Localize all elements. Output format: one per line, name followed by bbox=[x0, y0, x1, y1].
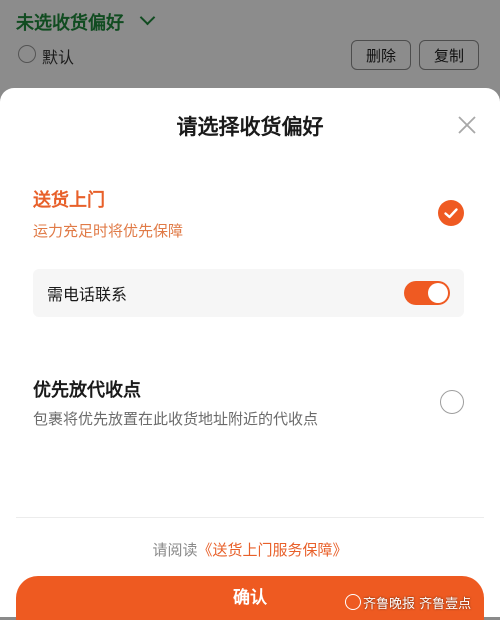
phone-contact-label: 需电话联系 bbox=[47, 285, 128, 304]
option-pickup-subtitle: 包裹将优先放置在此收货地址附近的代收点 bbox=[33, 410, 319, 428]
divider bbox=[16, 517, 484, 518]
sheet-title: 请选择收货偏好 bbox=[176, 115, 324, 139]
newspaper-logo-icon bbox=[345, 594, 361, 610]
option-door-subtitle: 运力充足时将优先保障 bbox=[33, 222, 184, 240]
agreement-link[interactable]: 《送货上门服务保障》 bbox=[198, 541, 348, 559]
option-door-title[interactable]: 送货上门 bbox=[33, 186, 105, 212]
option-pickup-title[interactable]: 优先放代收点 bbox=[33, 376, 141, 402]
watermark: 齐鲁晚报 齐鲁壹点 bbox=[345, 593, 471, 612]
agreement-prefix: 请阅读 bbox=[152, 541, 198, 559]
close-icon[interactable] bbox=[456, 114, 478, 136]
delivery-preference-sheet: 请选择收货偏好 送货上门 运力充足时将优先保障 需电话联系 优先放代收点 包裹将… bbox=[0, 88, 500, 620]
option-pickup-radio[interactable] bbox=[440, 390, 464, 414]
toggle-knob bbox=[428, 283, 448, 303]
watermark-text-1: 齐鲁晚报 bbox=[363, 597, 416, 612]
phone-contact-toggle[interactable] bbox=[404, 281, 450, 305]
phone-contact-row: 需电话联系 bbox=[33, 269, 464, 317]
watermark-text-2: 齐鲁壹点 bbox=[419, 597, 472, 612]
agreement-line: 请阅读《送货上门服务保障》 bbox=[0, 539, 500, 560]
checkmark-icon[interactable] bbox=[438, 200, 464, 226]
modal-overlay[interactable] bbox=[0, 0, 500, 90]
